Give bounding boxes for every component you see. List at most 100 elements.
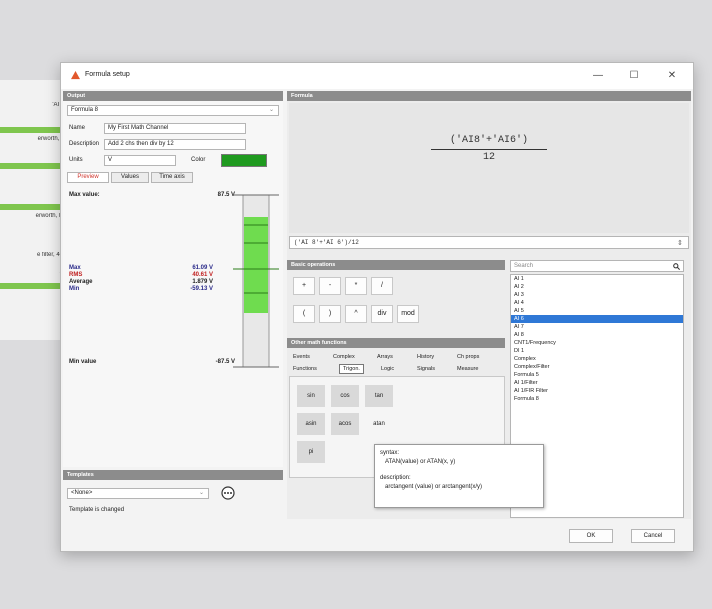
search-placeholder: Search: [514, 263, 534, 269]
channel-list-item[interactable]: Complex/Filter: [511, 363, 683, 371]
channel-list-item[interactable]: AI 8: [511, 331, 683, 339]
channel-list-item[interactable]: AI 1/Filter: [511, 379, 683, 387]
plus-button[interactable]: +: [293, 277, 315, 295]
atan-button[interactable]: atan: [365, 413, 393, 435]
formula-preview: ('AI8'+'AI6') 12: [289, 103, 689, 233]
channel-list-item[interactable]: AI 2: [511, 283, 683, 291]
cancel-button[interactable]: Cancel: [631, 529, 675, 543]
open-paren-button[interactable]: (: [293, 305, 315, 323]
tab-values[interactable]: Values: [111, 172, 149, 183]
name-label: Name: [69, 125, 86, 131]
channel-list-item[interactable]: AI 5: [511, 307, 683, 315]
tab-complex[interactable]: Complex: [333, 354, 355, 360]
stat-min-label: Min: [69, 286, 80, 292]
formula-input[interactable]: ('AI 8'+'AI 6')/12: [289, 236, 689, 249]
description-label: Description: [69, 141, 100, 147]
tooltip-description-label: description:: [380, 475, 411, 481]
description-input[interactable]: Add 2 chs then div by 12: [104, 139, 246, 150]
maximize-button[interactable]: ☐: [621, 67, 647, 85]
formula-select[interactable]: Formula 8 ⌄: [67, 105, 279, 116]
basic-operations-header: Basic operations: [287, 260, 505, 270]
chevron-down-icon: ⌄: [268, 107, 274, 113]
title-bar[interactable]: Formula setup — ☐ ✕: [61, 63, 693, 89]
fraction-line: [431, 149, 547, 150]
channel-list-item[interactable]: AI 7: [511, 323, 683, 331]
asin-button[interactable]: asin: [297, 413, 325, 435]
cos-button[interactable]: cos: [331, 385, 359, 407]
stat-average-value: 1.879 V: [192, 279, 213, 285]
ok-button[interactable]: OK: [569, 529, 613, 543]
output-panel: Output Formula 8 ⌄ Name My First Math Ch…: [63, 91, 283, 467]
app-icon: [71, 71, 80, 80]
channel-search-input[interactable]: Search: [510, 260, 684, 272]
units-label: Units: [69, 157, 83, 163]
tooltip-syntax-label: syntax:: [380, 450, 400, 456]
template-select[interactable]: <None> ⌄: [67, 488, 209, 499]
stat-max-value: 61.09 V: [192, 265, 213, 271]
power-button[interactable]: ^: [345, 305, 367, 323]
dialog-title: Formula setup: [85, 71, 130, 78]
channel-list-item[interactable]: Formula 8: [511, 395, 683, 403]
tan-button[interactable]: tan: [365, 385, 393, 407]
stat-rms-value: 40.61 V: [192, 272, 213, 278]
channel-list-item[interactable]: AI 4: [511, 299, 683, 307]
mod-button[interactable]: mod: [397, 305, 419, 323]
preview-gauge: [233, 194, 279, 368]
channel-list-item[interactable]: Formula 5: [511, 371, 683, 379]
tooltip-syntax: ATAN(value) or ATAN(x, y): [385, 459, 456, 465]
stat-average-label: Average: [69, 279, 93, 285]
minimize-button[interactable]: —: [585, 67, 611, 85]
formula-denominator: 12: [482, 152, 495, 163]
tab-history[interactable]: History: [417, 354, 434, 360]
formula-numerator: ('AI8'+'AI6'): [449, 135, 528, 146]
name-input[interactable]: My First Math Channel: [104, 123, 246, 134]
tab-time-axis[interactable]: Time axis: [151, 172, 193, 183]
acos-button[interactable]: acos: [331, 413, 359, 435]
tab-logic[interactable]: Logic: [381, 366, 394, 372]
channel-list-item[interactable]: AI 3: [511, 291, 683, 299]
chevron-down-icon: ⌄: [198, 490, 204, 496]
multiply-button[interactable]: *: [345, 277, 367, 295]
templates-header: Templates: [63, 470, 283, 480]
channel-list-item[interactable]: DI 1: [511, 347, 683, 355]
channel-list-item[interactable]: AI 1/FIR Filter: [511, 387, 683, 395]
tab-events[interactable]: Events: [293, 354, 310, 360]
channel-list-item[interactable]: CNT1/Frequency: [511, 339, 683, 347]
pi-button[interactable]: pi: [297, 441, 325, 463]
channel-items: AI 1 AI 2 AI 3 AI 4 AI 5 AI 6 AI 7 AI 8 CNT1/Fre…: [511, 275, 683, 403]
tab-signals[interactable]: Signals: [417, 366, 435, 372]
tab-trigon[interactable]: Trigon.: [339, 364, 364, 374]
math-functions-header: Other math functions: [287, 338, 505, 348]
max-value-label: Max value:: [69, 192, 100, 198]
channel-list-item[interactable]: Complex: [511, 355, 683, 363]
div-button[interactable]: div: [371, 305, 393, 323]
close-paren-button[interactable]: ): [319, 305, 341, 323]
min-value-label: Min value: [69, 359, 97, 365]
template-note: Template is changed: [69, 507, 125, 513]
more-options-icon[interactable]: [221, 486, 235, 500]
formula-setup-dialog: Formula setup — ☐ ✕ Output Formula 8 ⌄ N…: [60, 62, 694, 552]
formula-header: Formula: [287, 91, 691, 101]
sin-button[interactable]: sin: [297, 385, 325, 407]
search-icon: [673, 263, 680, 270]
template-select-value: <None>: [71, 490, 93, 496]
divide-button[interactable]: /: [371, 277, 393, 295]
tab-arrays[interactable]: Arrays: [377, 354, 393, 360]
spin-icon[interactable]: ⇕: [677, 239, 683, 247]
stat-rms-label: RMS: [69, 272, 83, 278]
tab-functions[interactable]: Functions: [293, 366, 317, 372]
tab-measure[interactable]: Measure: [457, 366, 478, 372]
channel-list-item[interactable]: AI 1: [511, 275, 683, 283]
output-header: Output: [63, 91, 283, 101]
minus-button[interactable]: -: [319, 277, 341, 295]
function-tooltip: syntax: ATAN(value) or ATAN(x, y) descri…: [374, 444, 544, 508]
close-button[interactable]: ✕: [659, 67, 685, 85]
tab-ch-props[interactable]: Ch props: [457, 354, 479, 360]
color-label: Color: [191, 157, 206, 163]
formula-select-value: Formula 8: [71, 107, 99, 113]
channel-list-item[interactable]: AI 6: [511, 315, 683, 323]
color-picker[interactable]: [221, 154, 267, 167]
units-input[interactable]: V: [104, 155, 176, 166]
tab-preview[interactable]: Preview: [67, 172, 109, 183]
stat-min-value: -59.13 V: [190, 286, 213, 292]
